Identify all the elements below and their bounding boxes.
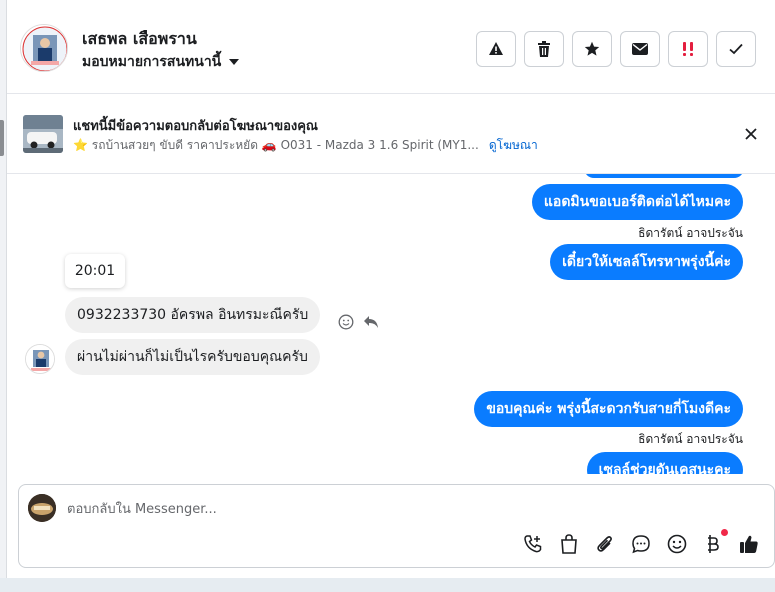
close-banner-button[interactable] — [741, 124, 761, 144]
star-icon — [584, 41, 600, 56]
ad-thumbnail[interactable] — [23, 115, 63, 153]
delete-button[interactable] — [524, 31, 564, 67]
message-bubble-incoming[interactable]: 0932233730 อัครพล อินทรมะณีครับ — [65, 297, 321, 333]
message-input[interactable] — [67, 498, 717, 520]
saved-replies-button[interactable] — [628, 531, 654, 557]
view-ad-link[interactable]: ดูโฆษณา — [489, 136, 538, 155]
left-panel-edge — [0, 0, 7, 592]
paperclip-icon — [597, 536, 612, 552]
header-actions — [476, 31, 756, 67]
timestamp-chip: 20:01 — [65, 254, 125, 288]
ad-banner-title: แชทนี้มีข้อความตอบกลับต่อโฆษณาของคุณ — [73, 119, 318, 134]
react-button[interactable] — [337, 313, 355, 331]
star-button[interactable] — [572, 31, 612, 67]
baht-icon — [708, 535, 719, 553]
assign-conversation-dropdown[interactable]: มอบหมายการสนทนานี้ — [82, 51, 240, 73]
assign-label: มอบหมายการสนทนานี้ — [82, 54, 222, 70]
message-bubble-partial[interactable] — [584, 174, 744, 178]
composer-toolbar — [520, 529, 762, 557]
smiley-icon — [338, 314, 354, 330]
conversation-header: เสธพล เสือพราน มอบหมายการสนทนานี้ — [7, 0, 775, 94]
ad-banner-subtitle: ⭐ รถบ้านสวยๆ ขับดี ราคาประหยัด 🚗 O031 - … — [73, 138, 479, 152]
sender-label: ธิดารัตน์ อาจประจัน — [638, 226, 743, 240]
reply-composer — [18, 484, 775, 568]
message-bubble-outgoing[interactable]: แอดมินขอเบอร์ติดต่อได้ไหมคะ — [531, 184, 743, 220]
call-button[interactable] — [520, 531, 546, 557]
message-bubble-outgoing[interactable]: เดี๋ยวให้เซลล์โทรหาพรุ่งนี้ค่ะ — [550, 244, 743, 280]
reply-arrow-icon — [364, 316, 378, 328]
contact-avatar-small[interactable] — [25, 344, 55, 374]
caret-down-icon — [229, 59, 240, 65]
sender-label: ธิดารัตน์ อาจประจัน — [638, 432, 743, 446]
attach-button[interactable] — [592, 531, 618, 557]
ad-banner-subtitle-row: ⭐ รถบ้านสวยๆ ขับดี ราคาประหยัด 🚗 O031 - … — [73, 136, 538, 155]
ad-reply-banner: แชทนี้มีข้อความตอบกลับต่อโฆษณาของคุณ ⭐ ร… — [7, 94, 775, 174]
emoji-button[interactable] — [664, 531, 690, 557]
mark-unread-button[interactable] — [620, 31, 660, 67]
trash-icon — [538, 41, 550, 57]
follow-up-icon — [683, 42, 693, 56]
thumbs-up-icon — [740, 535, 758, 553]
contact-name[interactable]: เสธพล เสือพราน — [82, 27, 197, 52]
like-button[interactable] — [736, 531, 762, 557]
reply-button[interactable] — [362, 313, 380, 331]
call-add-icon — [524, 535, 542, 553]
checkmark-icon — [729, 43, 743, 55]
shop-button[interactable] — [556, 531, 582, 557]
page-avatar — [28, 494, 56, 522]
emoji-icon — [667, 534, 687, 554]
message-bubble-outgoing[interactable]: ขอบคุณค่ะ พรุ่งนี้สะดวกรับสายกี่โมงดีคะ — [474, 391, 743, 427]
close-icon — [745, 128, 757, 140]
follow-up-button[interactable] — [668, 31, 708, 67]
mark-done-button[interactable] — [716, 31, 756, 67]
shopping-bag-icon — [561, 534, 577, 554]
envelope-icon — [632, 43, 648, 55]
message-bubble-incoming[interactable]: ผ่านไม่ผ่านก็ไม่เป็นไรครับขอบคุณครับ — [65, 339, 320, 375]
notification-dot — [721, 529, 728, 536]
report-spam-button[interactable] — [476, 31, 516, 67]
payment-button[interactable] — [700, 529, 728, 557]
panel-resize-handle[interactable] — [0, 120, 4, 156]
speech-bubble-icon — [632, 535, 650, 554]
message-bubble-outgoing[interactable]: เซลล์ช่วยดันเคสนะคะ — [586, 452, 743, 474]
window-bottom-edge — [0, 578, 775, 592]
message-thread[interactable]: แอดมินขอเบอร์ติดต่อได้ไหมคะ ธิดารัตน์ อา… — [7, 174, 775, 474]
warning-icon — [489, 42, 503, 55]
messenger-conversation-panel: เสธพล เสือพราน มอบหมายการสนทนานี้ แชทนี้… — [0, 0, 775, 592]
contact-avatar[interactable] — [20, 24, 68, 72]
